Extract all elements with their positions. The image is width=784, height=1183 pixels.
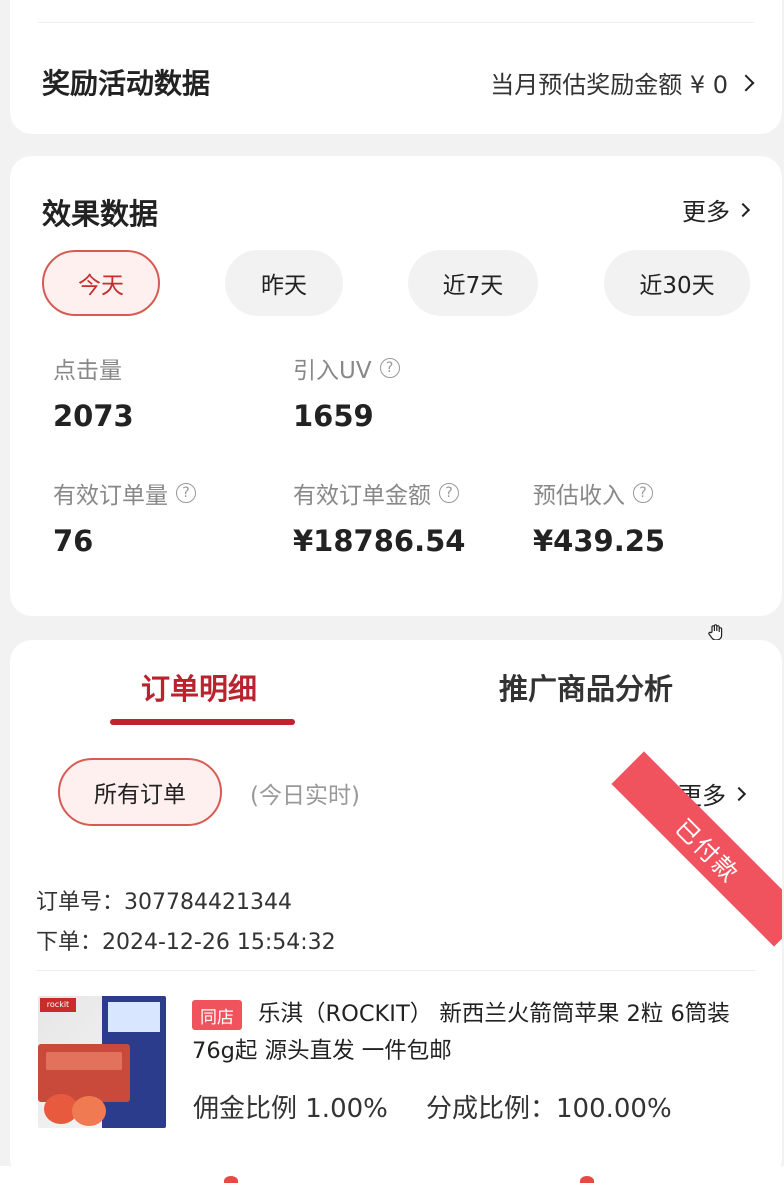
metric-uv-value: 1659 — [293, 399, 374, 433]
realtime-label: (今日实时) — [250, 783, 360, 809]
metric-valid-amount-value: ¥18786.54 — [293, 524, 466, 558]
product-image[interactable]: rockit — [38, 996, 166, 1128]
help-icon[interactable]: ? — [439, 483, 459, 503]
metric-clicks-label: 点击量 — [53, 358, 122, 384]
chevron-right-icon — [737, 74, 755, 91]
orders-card: 订单明细 推广商品分析 所有订单 (今日实时) 更多 已付款 订单号：30778… — [10, 640, 782, 1180]
chevron-right-icon — [731, 786, 747, 801]
product-title[interactable]: 乐淇（ROCKIT） 新西兰火箭筒苹果 2粒 6筒装 76g起 源头直发 一件包… — [192, 996, 772, 1070]
reward-estimate-label: 当月预估奖励金额 ¥ 0 — [490, 71, 728, 99]
reward-card[interactable]: 奖励活动数据 当月预估奖励金额 ¥ 0 — [10, 0, 782, 134]
range-7d-button[interactable]: 近7天 — [408, 250, 538, 316]
chevron-right-icon — [735, 202, 751, 217]
reward-title: 奖励活动数据 — [42, 67, 211, 100]
metric-valid-orders: 有效订单量 ? 76 — [53, 476, 196, 558]
metric-valid-orders-label: 有效订单量 — [53, 483, 168, 509]
stats-more-label: 更多 — [682, 198, 730, 226]
product-image-box — [38, 1044, 130, 1102]
metric-est-income: 预估收入 ? ¥439.25 — [533, 476, 665, 558]
commission-rate: 佣金比例 1.00% — [193, 1094, 388, 1124]
tab-bar-icon[interactable] — [580, 1176, 594, 1183]
metric-clicks: 点击量 2073 — [53, 351, 134, 433]
metric-valid-orders-value: 76 — [53, 524, 94, 558]
product-image-logo: rockit — [40, 998, 76, 1012]
metric-valid-amount-label: 有效订单金额 — [293, 483, 431, 509]
stats-more-link[interactable]: 更多 — [682, 192, 751, 227]
range-today-button[interactable]: 今天 — [42, 250, 160, 316]
divider — [38, 22, 754, 23]
metric-uv-label: 引入UV — [293, 358, 372, 384]
metric-valid-amount: 有效订单金额 ? ¥18786.54 — [293, 476, 465, 558]
stats-title: 效果数据 — [42, 197, 159, 231]
divider — [36, 970, 756, 971]
hand-cursor-icon — [708, 624, 723, 641]
order-number: 订单号：307784421344 — [36, 890, 292, 915]
tab-order-details[interactable]: 订单明细 — [141, 666, 257, 708]
metric-clicks-value: 2073 — [53, 399, 134, 433]
help-icon[interactable]: ? — [176, 483, 196, 503]
metric-uv: 引入UV ? 1659 — [293, 351, 400, 433]
tab-underline — [110, 719, 295, 725]
shop-tag-badge: 同店 — [192, 1000, 242, 1030]
range-yesterday-button[interactable]: 昨天 — [225, 250, 343, 316]
metric-est-income-label: 预估收入 — [533, 483, 625, 509]
range-30d-button[interactable]: 近30天 — [604, 250, 750, 316]
order-time: 下单：2024-12-26 15:54:32 — [36, 930, 336, 955]
help-icon[interactable]: ? — [379, 358, 400, 378]
product-image-apple — [72, 1096, 106, 1126]
help-icon[interactable]: ? — [633, 483, 653, 503]
bottom-tab-bar — [0, 1166, 784, 1183]
split-rate: 分成比例：100.00% — [426, 1094, 672, 1124]
filter-all-orders-button[interactable]: 所有订单 — [58, 758, 222, 826]
stats-card: 效果数据 更多 今天 昨天 近7天 近30天 点击量 2073 引入UV ? 1… — [10, 156, 782, 616]
tab-product-analysis[interactable]: 推广商品分析 — [499, 666, 673, 708]
metric-est-income-value: ¥439.25 — [533, 524, 666, 558]
reward-estimate-link[interactable]: 当月预估奖励金额 ¥ 0 — [490, 65, 755, 100]
tab-bar-icon[interactable] — [224, 1176, 238, 1183]
